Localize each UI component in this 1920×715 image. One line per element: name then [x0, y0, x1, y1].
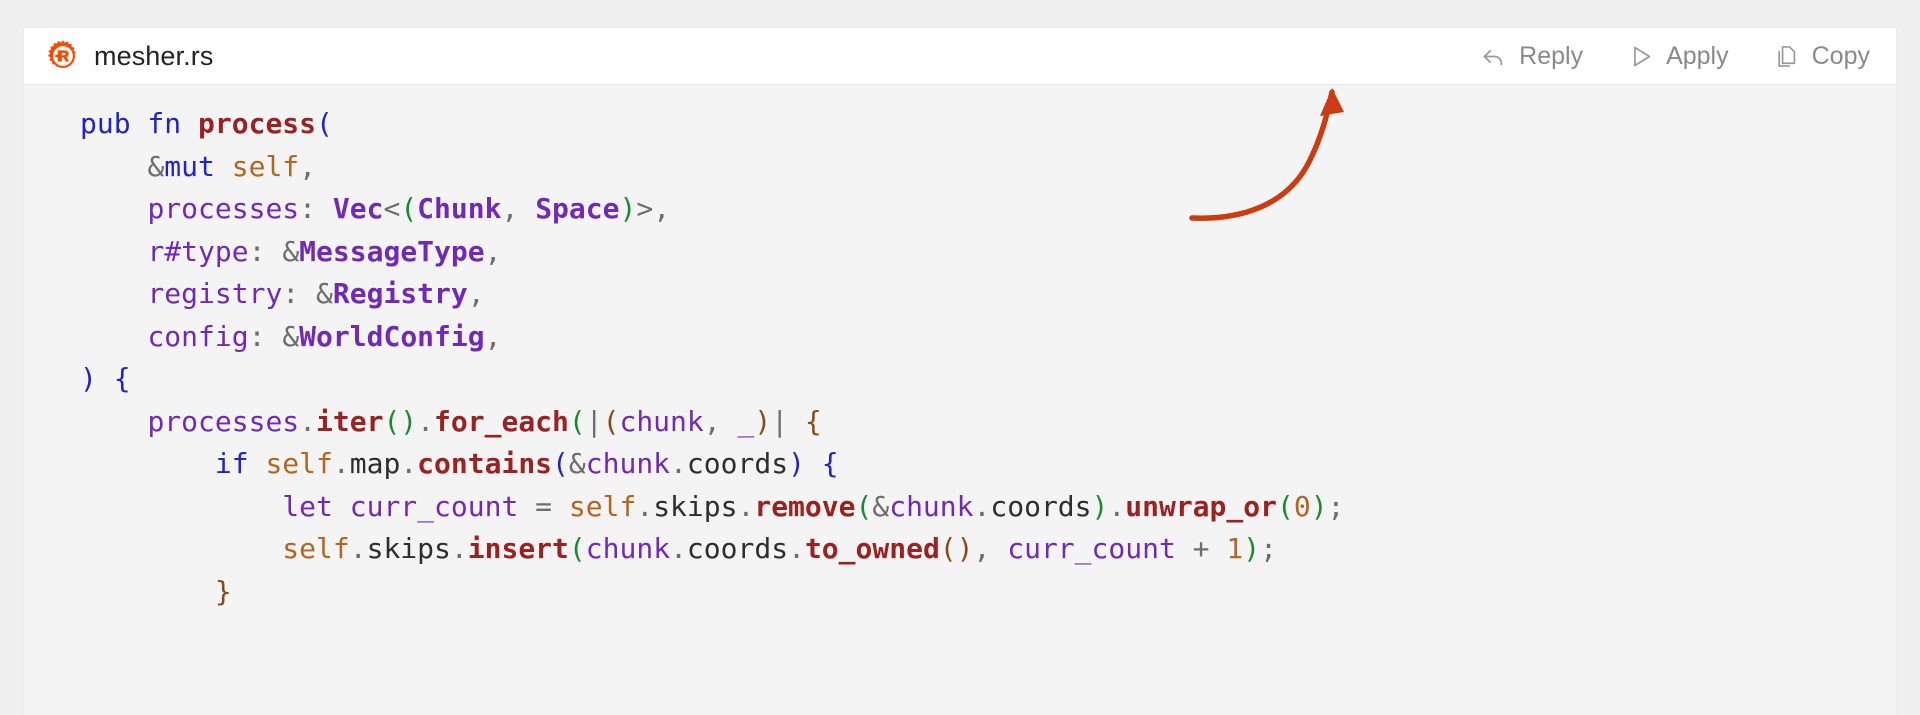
- code-line: processes: Vec<(Chunk, Space)>,: [147, 192, 671, 225]
- file-name-label: mesher.rs: [94, 40, 214, 71]
- source-code: pub fn process( &mut self, processes: Ve…: [24, 103, 1896, 613]
- copy-label: Copy: [1811, 41, 1870, 70]
- code-line: &mut self,: [147, 149, 317, 183]
- code-line: r#type: &MessageType,: [147, 234, 502, 268]
- reply-label: Reply: [1519, 41, 1584, 70]
- code-line: }: [214, 574, 232, 608]
- code-line: if self.map.contains(&chunk.coords) {: [214, 447, 839, 480]
- code-line: let curr_count = self.skips.remove(&chun…: [282, 489, 1345, 523]
- code-line: self.skips.insert(chunk.coords.to_owned(…: [282, 532, 1277, 565]
- reply-button[interactable]: Reply: [1480, 43, 1583, 70]
- code-line: processes.iter().for_each(|(chunk, _)| {: [147, 404, 822, 438]
- code-line: registry: &Registry,: [147, 277, 485, 310]
- apply-label: Apply: [1666, 41, 1729, 70]
- apply-button[interactable]: Apply: [1627, 43, 1729, 70]
- copy-button[interactable]: Copy: [1773, 43, 1870, 70]
- copy-documents-icon: [1773, 43, 1800, 70]
- rust-logo-icon: [46, 39, 80, 73]
- file-identity: mesher.rs: [46, 39, 213, 73]
- code-line: ) {: [80, 362, 131, 395]
- reply-arrow-icon: [1480, 43, 1507, 70]
- code-line: pub fn process(: [80, 107, 333, 140]
- play-triangle-icon: [1627, 43, 1654, 70]
- code-body[interactable]: pub fn process( &mut self, processes: Ve…: [24, 85, 1896, 715]
- code-block-card: mesher.rs Reply Apply Copy pub fn proces…: [24, 28, 1896, 715]
- code-card-header: mesher.rs Reply Apply Copy: [24, 28, 1896, 85]
- code-card-actions: Reply Apply Copy: [1480, 43, 1870, 70]
- code-line: config: &WorldConfig,: [147, 319, 502, 353]
- screenshot-canvas: mesher.rs Reply Apply Copy pub fn proces…: [0, 0, 1920, 715]
